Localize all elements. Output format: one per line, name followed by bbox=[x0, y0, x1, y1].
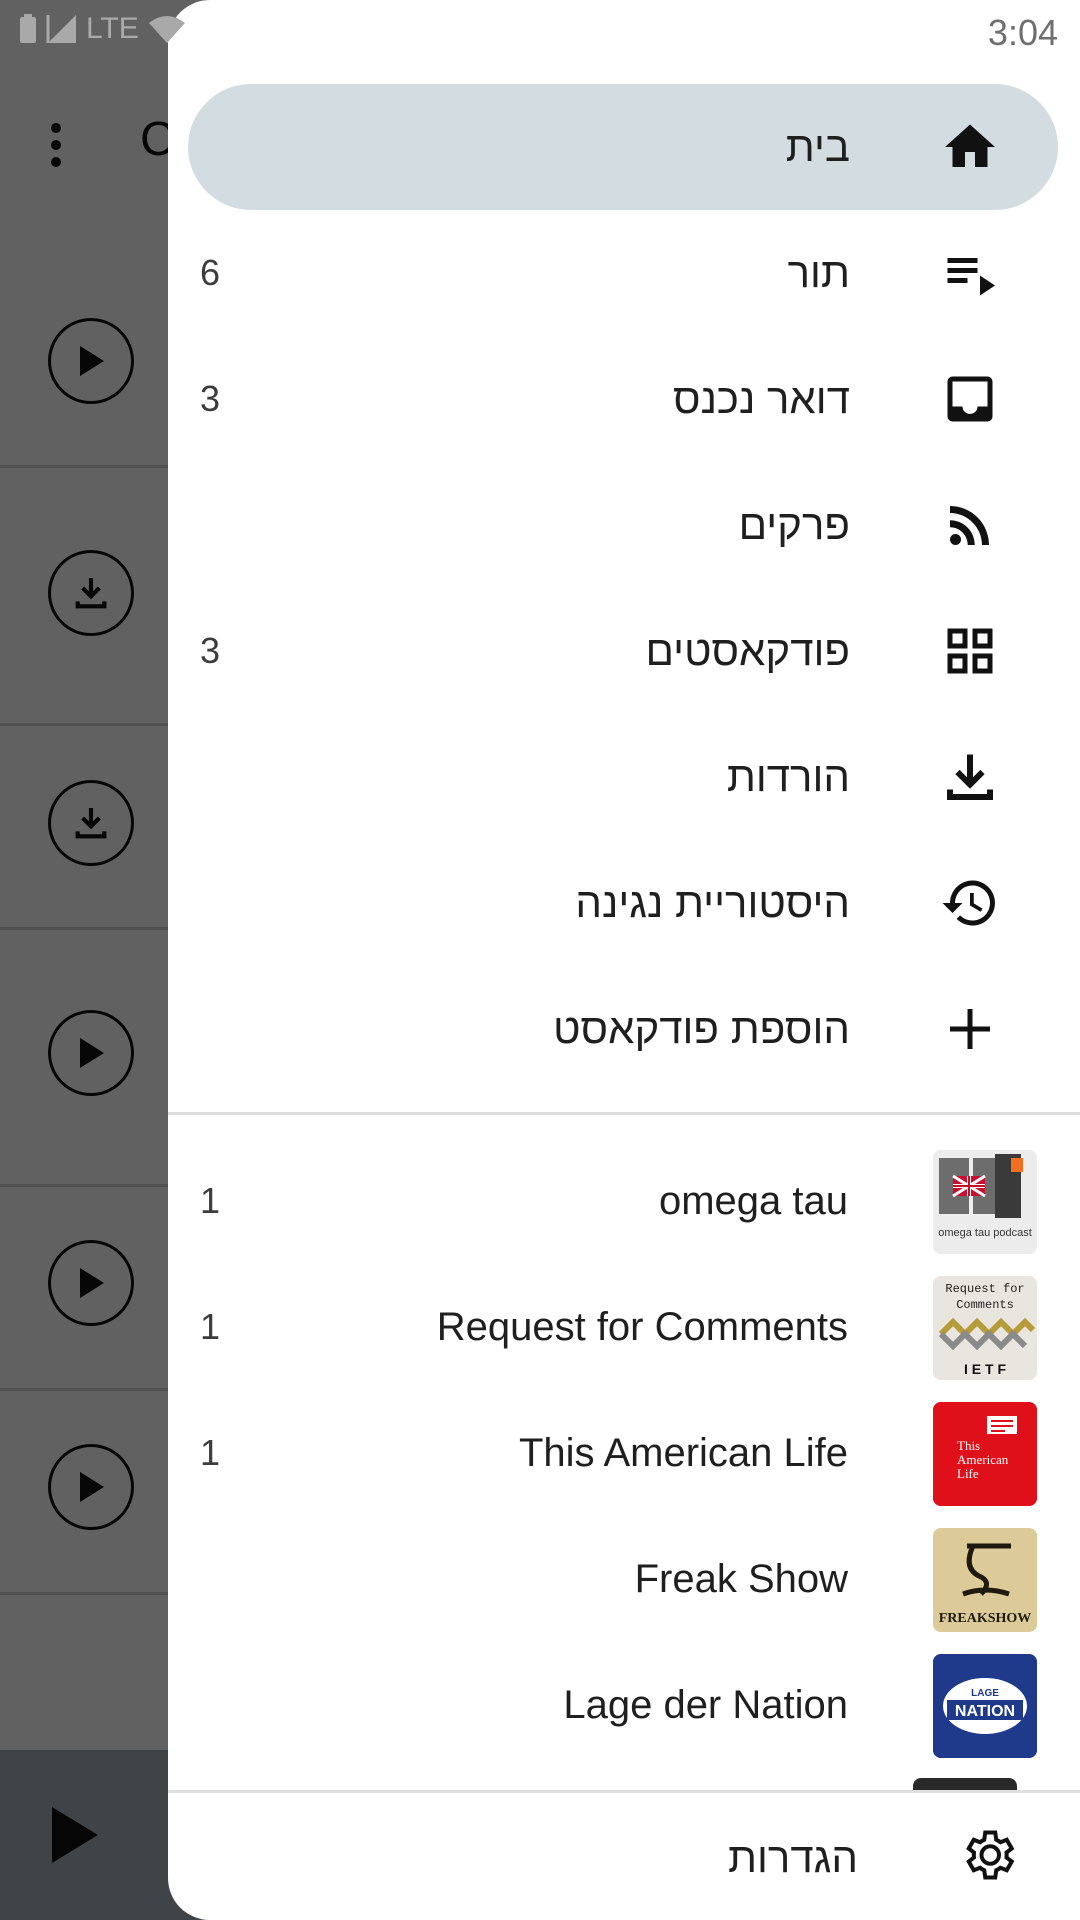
podcast-count: 1 bbox=[200, 1180, 221, 1221]
podcast-item-lage-der-nation[interactable]: LAGE NATION Lage der Nation bbox=[188, 1642, 1058, 1768]
svg-text:American: American bbox=[957, 1452, 1009, 1467]
status-icons: LTE bbox=[18, 12, 187, 46]
nav-item-label: בית bbox=[785, 123, 850, 170]
podcast-count: 1 bbox=[200, 1432, 221, 1473]
podcast-art: LAGE NATION bbox=[933, 1654, 1037, 1758]
podcast-title: This American Life bbox=[518, 1431, 848, 1475]
queue-icon bbox=[940, 243, 1000, 303]
podcast-art: FREAKSHOW bbox=[933, 1528, 1037, 1632]
nav-item-home[interactable]: בית bbox=[188, 84, 1058, 210]
nav-item-inbox[interactable]: דואר נכנס 3 bbox=[188, 336, 1058, 462]
nav-item-label: דואר נכנס bbox=[673, 375, 850, 422]
nav-item-label: פרקים bbox=[738, 501, 850, 548]
svg-text:omega tau podcast: omega tau podcast bbox=[938, 1227, 1032, 1239]
podcast-item-omega-tau[interactable]: omega tau podcast omega tau 1 bbox=[188, 1138, 1058, 1264]
signal-icon bbox=[46, 15, 76, 43]
wifi-icon bbox=[148, 16, 185, 43]
podcast-title: Freak Show bbox=[634, 1557, 848, 1601]
svg-text:This: This bbox=[957, 1438, 980, 1453]
podcast-art: omega tau podcast bbox=[933, 1150, 1037, 1254]
podcast-count: 1 bbox=[200, 1306, 221, 1347]
nav-item-episodes[interactable]: פרקים bbox=[188, 462, 1058, 588]
svg-text:Comments: Comments bbox=[956, 1298, 1014, 1312]
history-icon bbox=[940, 873, 1000, 933]
nav-item-label: תור bbox=[787, 249, 850, 296]
svg-text:Request for: Request for bbox=[945, 1282, 1024, 1296]
podcast-title: Lage der Nation bbox=[563, 1683, 848, 1727]
inbox-icon bbox=[940, 369, 1000, 429]
nav-item-count: 3 bbox=[200, 378, 221, 419]
nav-item-count: 3 bbox=[200, 630, 221, 671]
podcast-title: Request for Comments bbox=[436, 1305, 848, 1349]
nav-item-add-podcast[interactable]: הוספת פודקאסט bbox=[188, 966, 1058, 1092]
podcast-item-freak-show[interactable]: FREAKSHOW Freak Show bbox=[188, 1516, 1058, 1642]
footer-divider bbox=[168, 1790, 1080, 1793]
svg-text:NATION: NATION bbox=[955, 1703, 1015, 1720]
svg-text:FREAKSHOW: FREAKSHOW bbox=[939, 1611, 1032, 1626]
nav-item-label: פודקאסטים bbox=[645, 627, 850, 674]
podcast-art: This American Life bbox=[933, 1402, 1037, 1506]
nav-item-label: הוספת פודקאסט bbox=[553, 1005, 850, 1052]
navigation-drawer: 3:04 בית תור 6 דואר נכנס 3 פרקים פודקאסט… bbox=[168, 0, 1080, 1920]
podcast-art: Request for Comments I E T F bbox=[933, 1276, 1037, 1380]
rss-icon bbox=[940, 495, 1000, 555]
podcast-title: omega tau bbox=[658, 1179, 848, 1223]
nav-item-count: 6 bbox=[200, 252, 221, 293]
nav-item-downloads[interactable]: הורדות bbox=[188, 714, 1058, 840]
grid-icon bbox=[940, 621, 1000, 681]
battery-icon bbox=[20, 14, 36, 43]
svg-text:I E T F: I E T F bbox=[964, 1361, 1006, 1377]
svg-text:Life: Life bbox=[957, 1466, 979, 1481]
podcast-item-this-american-life[interactable]: This American Life This American Life 1 bbox=[188, 1390, 1058, 1516]
network-type: LTE bbox=[86, 12, 139, 45]
svg-text:LAGE: LAGE bbox=[971, 1688, 999, 1699]
settings-label: הגדרות bbox=[727, 1834, 858, 1881]
gear-icon bbox=[958, 1825, 1018, 1885]
settings-item[interactable]: הגדרות bbox=[188, 1795, 1058, 1920]
download-icon bbox=[940, 747, 1000, 807]
nav-item-queue[interactable]: תור 6 bbox=[188, 210, 1058, 336]
section-divider bbox=[168, 1112, 1080, 1115]
nav-item-history[interactable]: היסטוריית נגינה bbox=[188, 840, 1058, 966]
nav-item-label: היסטוריית נגינה bbox=[575, 879, 850, 926]
podcast-item-request-for-comments[interactable]: Request for Comments I E T F Request for… bbox=[188, 1264, 1058, 1390]
home-icon bbox=[940, 117, 1000, 177]
nav-item-label: הורדות bbox=[726, 753, 850, 800]
nav-item-podcasts[interactable]: פודקאסטים 3 bbox=[188, 588, 1058, 714]
status-time: 3:04 bbox=[987, 12, 1058, 53]
podcast-art-partial bbox=[913, 1778, 1017, 1790]
add-icon bbox=[940, 999, 1000, 1059]
